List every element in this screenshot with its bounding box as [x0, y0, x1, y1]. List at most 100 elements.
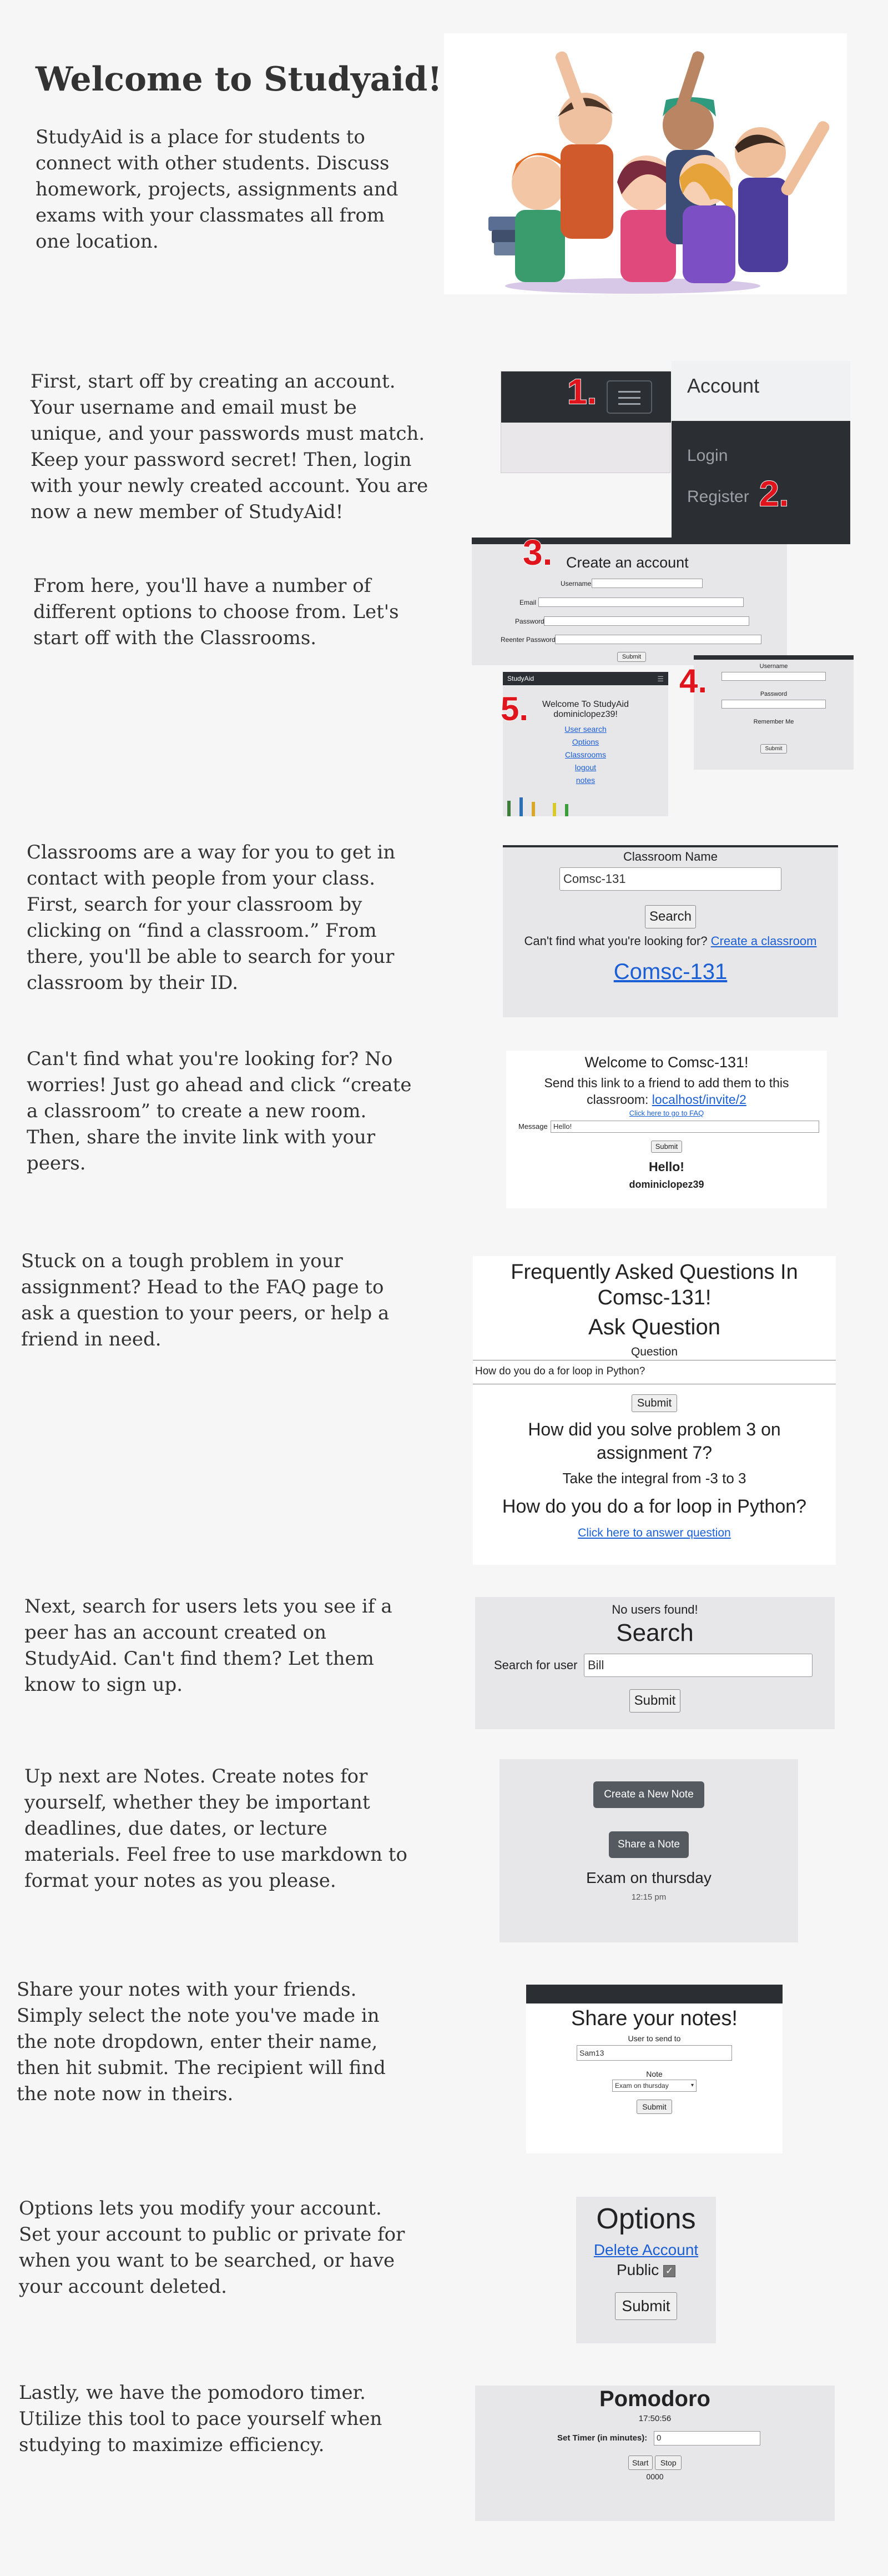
classroom-search-screenshot: Classroom Name Comsc-131 Search Can't fi…: [503, 845, 838, 1017]
notes-text: Up next are Notes. Create notes for your…: [24, 1765, 407, 1892]
faq-question-1: How did you solve problem 3 on assignmen…: [528, 1419, 781, 1463]
question-submit-button[interactable]: Submit: [632, 1394, 677, 1412]
create-note-button[interactable]: Create a New Note: [593, 1781, 704, 1808]
marker-2: 2.: [759, 473, 789, 514]
share-title: Share your notes!: [571, 2007, 738, 2030]
classroom-result-link[interactable]: Comsc-131: [503, 960, 838, 985]
share-note-button[interactable]: Share a Note: [609, 1831, 689, 1858]
marker-4: 4.: [679, 662, 708, 700]
question-input[interactable]: How do you do a for loop in Python?: [473, 1360, 836, 1384]
classroom-name-input[interactable]: Comsc-131: [559, 867, 781, 891]
login-screenshot: Username Password Remember Me Submit: [694, 655, 854, 770]
share-note-select[interactable]: Exam on thursday ▾: [612, 2080, 697, 2092]
reenter-field[interactable]: [555, 635, 761, 644]
delete-account-link[interactable]: Delete Account: [576, 2241, 716, 2259]
public-checkbox[interactable]: ✓: [663, 2264, 676, 2277]
register-link[interactable]: Register: [687, 488, 749, 506]
home-menu-icon[interactable]: ☰: [657, 675, 664, 684]
share-user-label: User to send to: [628, 2034, 681, 2043]
password-field[interactable]: [544, 616, 749, 626]
no-users-text: No users found!: [612, 1603, 698, 1616]
search-user-label: Search for user: [494, 1658, 578, 1672]
notes-screenshot: Create a New Note Share a Note Exam on t…: [500, 1759, 798, 1942]
share-user-input[interactable]: Sam13: [577, 2045, 732, 2061]
options-title: Options: [596, 2203, 696, 2235]
faq-screenshot: Frequently Asked Questions In Comsc-131!…: [473, 1256, 836, 1565]
login-username-field[interactable]: [722, 672, 826, 681]
classroom-search-button[interactable]: Search: [645, 905, 696, 928]
account-label: Account: [687, 374, 760, 397]
account-text: First, start off by creating an account.…: [31, 370, 428, 523]
home-link-classrooms[interactable]: Classrooms: [503, 749, 668, 761]
timer-stop-button[interactable]: Stop: [655, 2456, 682, 2470]
pomodoro-title: Pomodoro: [599, 2387, 710, 2411]
question-label: Question: [630, 1345, 678, 1358]
register-submit-button[interactable]: Submit: [617, 652, 646, 662]
hero-text: StudyAid is a place for students to conn…: [36, 126, 398, 253]
message-label: Message: [518, 1122, 548, 1131]
hero-title: Welcome to Studyaid!: [36, 60, 442, 99]
password-label: Password: [515, 617, 544, 625]
marker-1: 1.: [567, 371, 597, 412]
create-classroom-link[interactable]: Create a classroom: [711, 934, 817, 948]
faq-title: Frequently Asked Questions In Comsc-131!: [511, 1261, 798, 1309]
home-link-options[interactable]: Options: [503, 736, 668, 749]
note-time: 12:15 pm: [631, 1892, 667, 1902]
share-submit-button[interactable]: Submit: [637, 2100, 672, 2114]
cant-find-text: Can't find what you're looking for?: [524, 934, 708, 948]
account-menu-screenshot: Account Login Register: [672, 361, 850, 544]
username-field[interactable]: [592, 579, 703, 588]
pomodoro-clock: 17:50:56: [638, 2414, 672, 2423]
share-note-label: Note: [646, 2070, 663, 2078]
faq-text: Stuck on a tough problem in your assignm…: [21, 1250, 390, 1350]
timer-input[interactable]: 0: [654, 2431, 760, 2446]
email-label: Email: [519, 599, 537, 606]
pencils-decoration: [507, 797, 568, 816]
faq-link[interactable]: Click here to go to FAQ: [506, 1109, 827, 1117]
marker-3: 3.: [522, 532, 553, 573]
login-link[interactable]: Login: [687, 446, 728, 465]
user-search-submit-button[interactable]: Submit: [629, 1689, 680, 1713]
pomodoro-text: Lastly, we have the pomodoro timer. Util…: [19, 2382, 382, 2456]
timer-start-button[interactable]: Start: [628, 2456, 653, 2470]
faq-answer-1: Take the integral from -3 to 3: [562, 1470, 746, 1487]
login-submit-button[interactable]: Submit: [760, 744, 787, 754]
user-search-screenshot: No users found! Search Search for user B…: [475, 1597, 835, 1729]
login-password-field[interactable]: [722, 700, 826, 709]
home-link-logout[interactable]: logout: [503, 761, 668, 774]
message-author: dominiclopez39: [629, 1179, 704, 1190]
options-screenshot: Options Delete Account Public ✓ Submit: [576, 2197, 716, 2343]
public-label: Public: [616, 2261, 659, 2278]
pomodoro-screenshot: Pomodoro 17:50:56 Set Timer (in minutes)…: [475, 2386, 835, 2521]
note-title[interactable]: Exam on thursday: [500, 1869, 798, 1887]
search-user-input[interactable]: Bill: [584, 1654, 813, 1677]
options-text: Options lets you modify your account. Se…: [19, 2197, 405, 2298]
login-password-label: Password: [760, 691, 788, 697]
timer-label: Set Timer (in minutes):: [557, 2433, 648, 2443]
invite-text: Send this link to a friend to add them t…: [544, 1076, 789, 1107]
share-text: Share your notes with your friends. Simp…: [17, 1979, 386, 2105]
answer-question-link[interactable]: Click here to answer question: [473, 1526, 836, 1540]
register-title: Create an account: [566, 554, 689, 571]
share-notes-screenshot: Share your notes! User to send to Sam13 …: [526, 1985, 783, 2153]
classroom-title: Welcome to Comsc-131!: [584, 1054, 749, 1071]
menu-toggle-button[interactable]: [607, 380, 652, 414]
students-illustration: [444, 33, 847, 294]
login-username-label: Username: [759, 663, 788, 670]
search-heading: Search: [616, 1619, 694, 1646]
marker-5: 5.: [500, 690, 529, 728]
options-submit-button[interactable]: Submit: [615, 2292, 677, 2320]
brand-label: StudyAid: [507, 675, 534, 682]
email-field[interactable]: [538, 597, 744, 607]
timer-count: 0000: [646, 2472, 664, 2481]
message-submit-button[interactable]: Submit: [651, 1141, 682, 1153]
reenter-label: Reenter Password: [501, 636, 556, 644]
invite-link[interactable]: localhost/invite/2: [652, 1092, 746, 1107]
remember-me-label[interactable]: Remember Me: [694, 719, 854, 725]
faq-question-2: How do you do a for loop in Python?: [502, 1496, 807, 1517]
users-text: Next, search for users lets you see if a…: [24, 1595, 392, 1696]
classroom-name-label: Classroom Name: [623, 850, 718, 863]
home-link-notes[interactable]: notes: [503, 774, 668, 787]
message-input[interactable]: Hello!: [551, 1121, 819, 1133]
classrooms-text: Classrooms are a way for you to get in c…: [27, 841, 396, 994]
